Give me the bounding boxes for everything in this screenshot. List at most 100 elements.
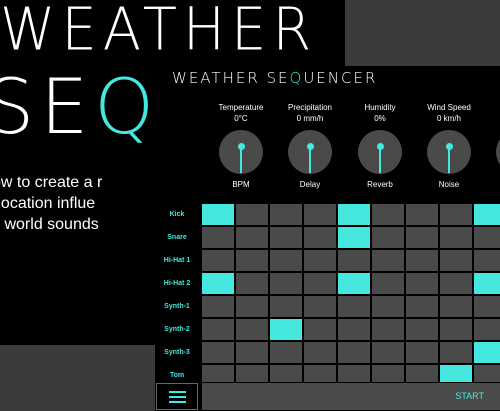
partial-knob[interactable] — [496, 130, 500, 174]
app-title-pre: WEATHER SE — [172, 69, 290, 87]
hamburger-menu-icon — [169, 391, 186, 393]
knob-value: 0°C — [234, 114, 248, 123]
knob-precipitation: Precipitation 0 mm/h Delay — [275, 103, 345, 190]
knob-humidity: Humidity 0% Reverb — [345, 103, 415, 190]
step-cell[interactable] — [474, 204, 500, 225]
step-cell[interactable] — [304, 319, 336, 340]
landing-heading-accent: Q — [94, 62, 161, 151]
noise-knob[interactable] — [427, 130, 471, 174]
delay-knob[interactable] — [288, 130, 332, 174]
knob-param: Noise — [438, 180, 460, 189]
track-label-snare[interactable]: Snare — [155, 227, 199, 250]
step-cell[interactable] — [406, 250, 438, 271]
step-cell[interactable] — [304, 227, 336, 248]
step-cell[interactable] — [406, 319, 438, 340]
step-cell[interactable] — [440, 250, 472, 271]
knob-value: 0 km/h — [436, 114, 461, 123]
step-cell[interactable] — [202, 250, 234, 271]
step-cell[interactable] — [474, 319, 500, 340]
knob-temperature: Temperature 0°C BPM — [206, 103, 276, 190]
step-cell[interactable] — [406, 342, 438, 363]
knob-param: Reverb — [367, 180, 393, 189]
step-cell[interactable] — [236, 319, 268, 340]
step-cell[interactable] — [440, 342, 472, 363]
step-cell[interactable] — [372, 296, 404, 317]
step-cell[interactable] — [440, 273, 472, 294]
step-cell[interactable] — [338, 296, 370, 317]
step-cell[interactable] — [202, 273, 234, 294]
step-cell[interactable] — [440, 319, 472, 340]
step-cell[interactable] — [338, 250, 370, 271]
step-cell[interactable] — [338, 342, 370, 363]
step-cell[interactable] — [372, 319, 404, 340]
app-title-accent: Q — [289, 69, 304, 87]
step-cell[interactable] — [406, 296, 438, 317]
step-cell[interactable] — [440, 227, 472, 248]
step-cell[interactable] — [338, 204, 370, 225]
step-cell[interactable] — [474, 227, 500, 248]
step-cell[interactable] — [406, 273, 438, 294]
step-cell[interactable] — [372, 342, 404, 363]
step-cell[interactable] — [474, 250, 500, 271]
knob-value: 0 mm/h — [296, 114, 324, 123]
step-cell[interactable] — [372, 273, 404, 294]
step-cell[interactable] — [406, 227, 438, 248]
step-cell[interactable] — [270, 296, 302, 317]
step-cell[interactable] — [440, 204, 472, 225]
knob-dot-icon — [445, 142, 453, 150]
step-cell[interactable] — [202, 204, 234, 225]
step-cell[interactable] — [474, 273, 500, 294]
step-cell[interactable] — [270, 273, 302, 294]
step-cell[interactable] — [440, 296, 472, 317]
step-cell[interactable] — [338, 273, 370, 294]
step-cell[interactable] — [270, 319, 302, 340]
sequencer-app: WEATHER SEQUENCER Temperature 0°C BPM Pr… — [155, 66, 500, 411]
track-label-synth-3[interactable]: Synth-3 — [155, 342, 199, 365]
step-cell[interactable] — [202, 319, 234, 340]
step-cell[interactable] — [338, 319, 370, 340]
step-cell[interactable] — [406, 204, 438, 225]
step-cell[interactable] — [202, 227, 234, 248]
step-cell[interactable] — [236, 342, 268, 363]
step-cell[interactable] — [304, 273, 336, 294]
track-label-kick[interactable]: Kick — [155, 204, 199, 227]
step-cell[interactable] — [202, 296, 234, 317]
step-cell[interactable] — [372, 250, 404, 271]
step-cell[interactable] — [236, 250, 268, 271]
track-label-hihat-2[interactable]: Hi-Hat 2 — [155, 273, 199, 296]
landing-heading-pre: SE — [0, 62, 95, 151]
step-cell[interactable] — [236, 296, 268, 317]
track-label-synth-1[interactable]: Synth-1 — [155, 296, 199, 319]
track-label-hihat-1[interactable]: Hi-Hat 1 — [155, 250, 199, 273]
step-cell[interactable] — [338, 227, 370, 248]
step-cell[interactable] — [202, 342, 234, 363]
step-grid — [202, 204, 500, 386]
step-cell[interactable] — [304, 204, 336, 225]
step-cell[interactable] — [372, 227, 404, 248]
step-cell[interactable] — [270, 204, 302, 225]
step-cell[interactable] — [372, 204, 404, 225]
knob-partial — [483, 103, 500, 174]
hamburger-menu-icon — [169, 401, 186, 403]
step-cell[interactable] — [270, 342, 302, 363]
step-cell[interactable] — [236, 227, 268, 248]
reverb-knob[interactable] — [358, 130, 402, 174]
knob-label: Precipitation — [287, 103, 333, 112]
step-cell[interactable] — [236, 204, 268, 225]
bpm-knob[interactable] — [219, 130, 263, 174]
menu-button[interactable] — [156, 383, 198, 410]
knob-label: Wind Speed — [427, 103, 471, 112]
step-cell[interactable] — [304, 296, 336, 317]
app-title-post: UENCER — [303, 69, 378, 87]
track-label-synth-2[interactable]: Synth-2 — [155, 319, 199, 342]
step-cell[interactable] — [270, 250, 302, 271]
step-cell[interactable] — [270, 227, 302, 248]
step-cell[interactable] — [474, 296, 500, 317]
step-cell[interactable] — [474, 342, 500, 363]
start-button[interactable]: START — [202, 383, 500, 410]
step-cell[interactable] — [304, 250, 336, 271]
step-cell[interactable] — [236, 273, 268, 294]
knob-value: 0% — [374, 114, 386, 123]
knob-dot-icon — [237, 142, 245, 150]
step-cell[interactable] — [304, 342, 336, 363]
